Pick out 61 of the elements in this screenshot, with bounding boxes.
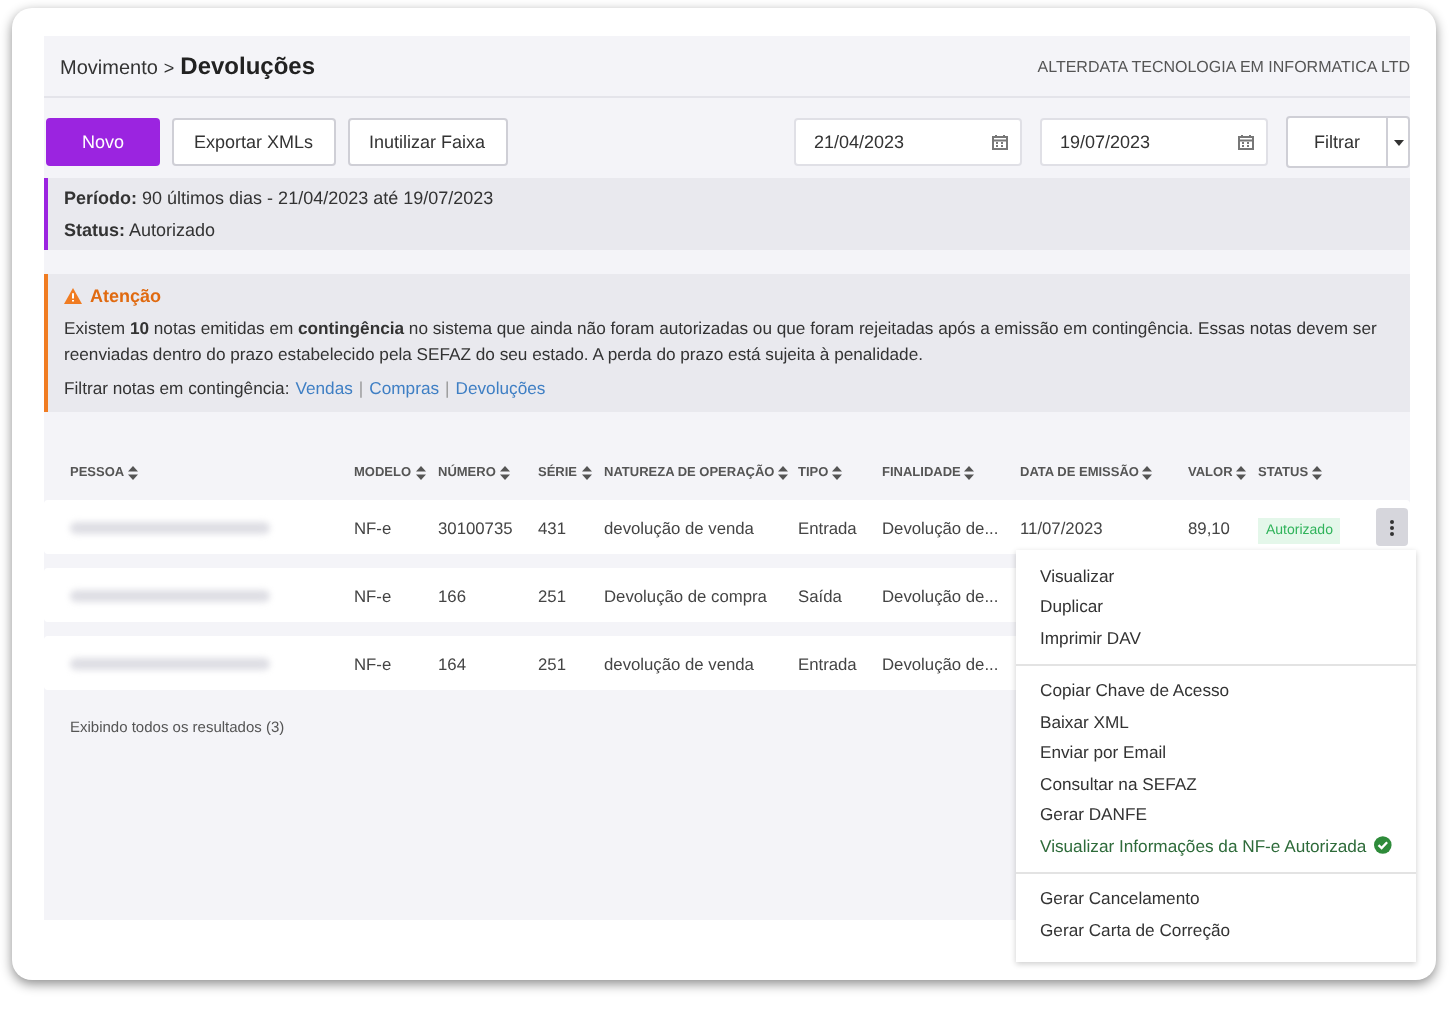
company-name: ALTERDATA TECNOLOGIA EM INFORMATICA LTD	[1037, 57, 1410, 75]
table-cell: Entrada	[798, 517, 857, 537]
table-cell: Devolução de...	[882, 653, 999, 673]
breadcrumb-link[interactable]: Movimento	[60, 58, 158, 80]
table-cell: 89,10	[1188, 517, 1230, 537]
check-circle-icon	[1374, 836, 1392, 855]
table-cell: Saída	[798, 585, 842, 605]
menu-item[interactable]: Enviar por Email	[1040, 742, 1167, 763]
table-cell: Devolução de...	[882, 585, 999, 605]
table-cell: Devolução de...	[882, 517, 999, 537]
more-button[interactable]	[1376, 508, 1408, 546]
table-cell: 431	[538, 517, 566, 537]
menu-item[interactable]: Gerar Carta de Correção	[1040, 919, 1231, 940]
sort-icon[interactable]	[1142, 465, 1153, 479]
sort-icon[interactable]	[778, 465, 789, 479]
table-cell: NF-e	[354, 585, 392, 605]
alert-title: Atenção	[90, 286, 162, 306]
sort-icon[interactable]	[832, 465, 843, 479]
toolbar-button[interactable]: Inutilizar Faixa	[347, 118, 508, 166]
link-separator: |	[358, 378, 364, 398]
page-title: Devoluções	[180, 52, 316, 80]
date-field[interactable]: 19/07/2023	[1040, 118, 1268, 166]
sort-icon[interactable]	[581, 465, 592, 479]
table-cell: 251	[538, 585, 566, 605]
summary-line: Período: 90 últimos dias - 21/04/2023 até 19/07/2023	[64, 188, 496, 208]
menu-item[interactable]: Visualizar	[1040, 565, 1115, 586]
sort-icon[interactable]	[964, 465, 975, 479]
sort-icon[interactable]	[1236, 465, 1247, 479]
table-cell: 251	[538, 653, 566, 673]
new-button[interactable]: Novo	[46, 118, 160, 166]
warning-icon	[64, 288, 82, 304]
table-cell: devolução de venda	[604, 653, 754, 673]
toolbar-button[interactable]: Exportar XMLs	[172, 118, 336, 166]
menu-item[interactable]: Gerar DANFE	[1040, 804, 1147, 825]
table-cell: NF-e	[354, 517, 392, 537]
sort-icon[interactable]	[499, 465, 510, 479]
sort-icon[interactable]	[415, 465, 426, 479]
menu-item[interactable]: Visualizar Informações da NF-e Autorizada	[1040, 835, 1367, 856]
menu-item[interactable]: Consultar na SEFAZ	[1040, 773, 1197, 794]
table-cell: devolução de venda	[604, 517, 754, 537]
table-cell: 30100735	[438, 517, 513, 537]
table-cell: Entrada	[798, 653, 857, 673]
table-cell: 166	[438, 585, 466, 605]
table-cell: 164	[438, 653, 466, 673]
filter-label: Filtrar notas em contingência:	[64, 378, 290, 398]
sort-icon[interactable]	[1312, 465, 1323, 479]
caret-icon[interactable]	[1393, 139, 1403, 145]
calendar-icon[interactable]	[992, 134, 1008, 150]
calendar-icon[interactable]	[1238, 134, 1254, 150]
menu-item[interactable]: Baixar XML	[1040, 711, 1129, 732]
date-field[interactable]: 21/04/2023	[794, 118, 1022, 166]
menu-item[interactable]: Gerar Cancelamento	[1040, 888, 1200, 909]
alert-message: Existem 10 notas emitidas em contingência no sistema que ainda não foram autorizadas ou que foram rejeitadas após a emissão em contingência. Essas notas devem ser reenviadas dentro do prazo estabelecido pela SEFAZ do seu estado. A perda do prazo está sujeita à penalidade.	[64, 316, 1379, 368]
menu-item[interactable]: Duplicar	[1040, 596, 1104, 617]
table-cell: Devolução de compra	[604, 585, 767, 605]
table-cell: NF-e	[354, 653, 392, 673]
sort-icon[interactable]	[128, 465, 139, 479]
summary-line: Status: Autorizado	[64, 220, 218, 240]
breadcrumb-separator: >	[163, 58, 175, 78]
table-cell: 11/07/2023	[1020, 517, 1103, 537]
link-separator: |	[445, 378, 450, 398]
